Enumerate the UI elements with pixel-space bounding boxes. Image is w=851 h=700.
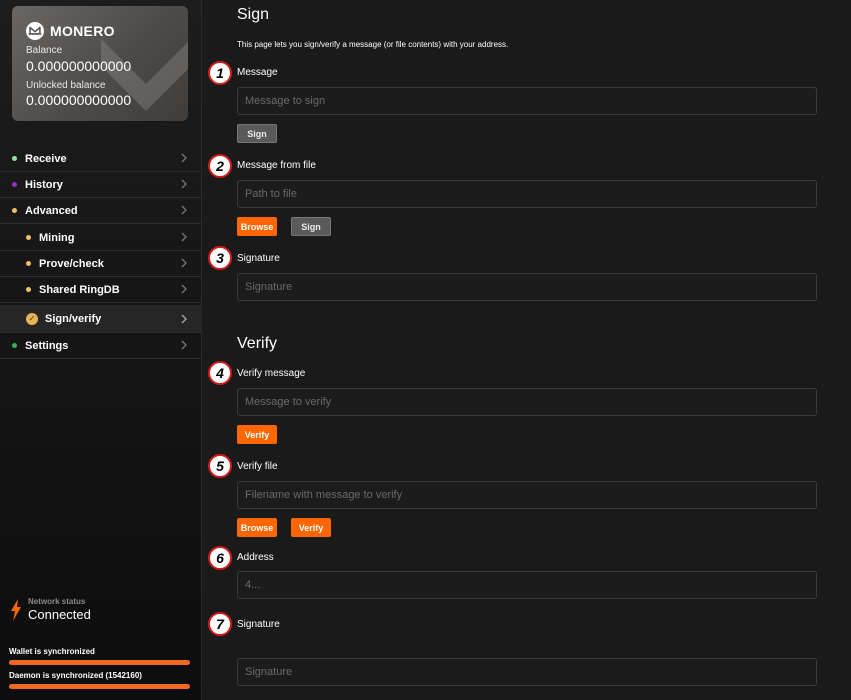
lightning-icon <box>11 599 21 621</box>
verify-message-input[interactable] <box>237 388 817 416</box>
verify-file-label: Verify file <box>237 461 278 472</box>
history-dot-icon <box>12 182 17 187</box>
verify-signature-label: Signature <box>237 619 280 630</box>
sidebar-item-prove-check[interactable]: Prove/check <box>0 251 202 277</box>
balance-label: Balance <box>26 45 63 56</box>
settings-dot-icon <box>12 343 17 348</box>
verify-browse-button[interactable]: Browse <box>237 518 277 537</box>
sidebar-item-shared-ringdb[interactable]: Shared RingDB <box>0 277 202 303</box>
sidebar-item-settings[interactable]: Settings <box>0 333 202 359</box>
sign-browse-button[interactable]: Browse <box>237 217 277 236</box>
unlocked-balance-value: 0.000000000000 <box>26 92 132 108</box>
wallet-card: MONERO Balance 0.000000000000 Unlocked b… <box>12 6 188 121</box>
chevron-right-icon <box>181 179 187 189</box>
chevron-right-icon <box>181 232 187 242</box>
daemon-sync-label: Daemon is synchronized (1542160) <box>9 671 142 680</box>
prove-check-dot-icon <box>26 261 31 266</box>
verify-signature-input[interactable] <box>237 658 817 686</box>
marker-2: 2 <box>208 154 232 178</box>
chevron-right-icon <box>181 205 187 215</box>
network-status-value: Connected <box>28 607 91 622</box>
sidebar-item-label: Receive <box>25 152 67 165</box>
sidebar-item-label: Shared RingDB <box>39 283 120 296</box>
wallet-sync-label: Wallet is synchronized <box>9 647 95 656</box>
sidebar-item-history[interactable]: History <box>0 172 202 198</box>
verify-file-button[interactable]: Verify <box>291 518 331 537</box>
sidebar: MONERO Balance 0.000000000000 Unlocked b… <box>0 0 202 700</box>
marker-5: 5 <box>208 454 232 478</box>
balance-value: 0.000000000000 <box>26 58 132 74</box>
sidebar-item-label: Advanced <box>25 204 78 217</box>
sidebar-item-advanced[interactable]: Advanced <box>0 198 202 224</box>
message-input[interactable] <box>237 87 817 115</box>
sign-file-button[interactable]: Sign <box>291 217 331 236</box>
address-input[interactable] <box>237 571 817 599</box>
wallet-sync-progress <box>9 660 190 665</box>
monero-logo-icon <box>26 22 44 40</box>
mining-dot-icon <box>26 235 31 240</box>
sign-message-button[interactable]: Sign <box>237 124 277 143</box>
verify-title: Verify <box>237 335 278 352</box>
chevron-right-icon <box>181 153 187 163</box>
sidebar-item-label: Mining <box>39 231 75 244</box>
unlocked-balance-label: Unlocked balance <box>26 80 106 91</box>
address-label: Address <box>237 552 274 563</box>
verify-message-button[interactable]: Verify <box>237 425 277 444</box>
daemon-sync-progress <box>9 684 190 689</box>
shared-ringdb-dot-icon <box>26 287 31 292</box>
sidebar-item-label: Sign/verify <box>45 312 102 325</box>
sidebar-item-label: Prove/check <box>39 257 104 270</box>
chevron-right-icon <box>181 340 187 350</box>
marker-6: 6 <box>208 546 232 570</box>
monero-watermark-icon <box>101 39 188 111</box>
chevron-right-icon <box>181 258 187 268</box>
marker-1: 1 <box>208 61 232 85</box>
main-panel: Sign This page lets you sign/verify a me… <box>203 0 851 700</box>
advanced-dot-icon <box>12 208 17 213</box>
sidebar-item-receive[interactable]: Receive <box>0 146 202 172</box>
network-status-label: Network status <box>28 597 86 606</box>
sign-verify-coin-icon: ✓ <box>26 312 38 325</box>
marker-7: 7 <box>208 612 232 636</box>
sidebar-item-sign-verify[interactable]: ✓ Sign/verify <box>0 305 202 333</box>
verify-message-label: Verify message <box>237 368 306 379</box>
chevron-right-icon <box>181 314 187 324</box>
chevron-right-icon <box>181 284 187 294</box>
sidebar-item-mining[interactable]: Mining <box>0 225 202 251</box>
receive-dot-icon <box>12 156 17 161</box>
sign-description: This page lets you sign/verify a message… <box>237 40 509 49</box>
marker-3: 3 <box>208 246 232 270</box>
verify-file-input[interactable] <box>237 481 817 509</box>
sign-title: Sign <box>237 6 270 23</box>
sidebar-item-label: Settings <box>25 339 69 352</box>
message-label: Message <box>237 67 278 78</box>
message-from-file-label: Message from file <box>237 160 316 171</box>
signature-label: Signature <box>237 253 280 264</box>
wallet-brand: MONERO <box>50 23 115 39</box>
marker-4: 4 <box>208 361 232 385</box>
signature-output[interactable] <box>237 273 817 301</box>
path-to-file-input[interactable] <box>237 180 817 208</box>
sidebar-item-label: History <box>25 178 63 191</box>
